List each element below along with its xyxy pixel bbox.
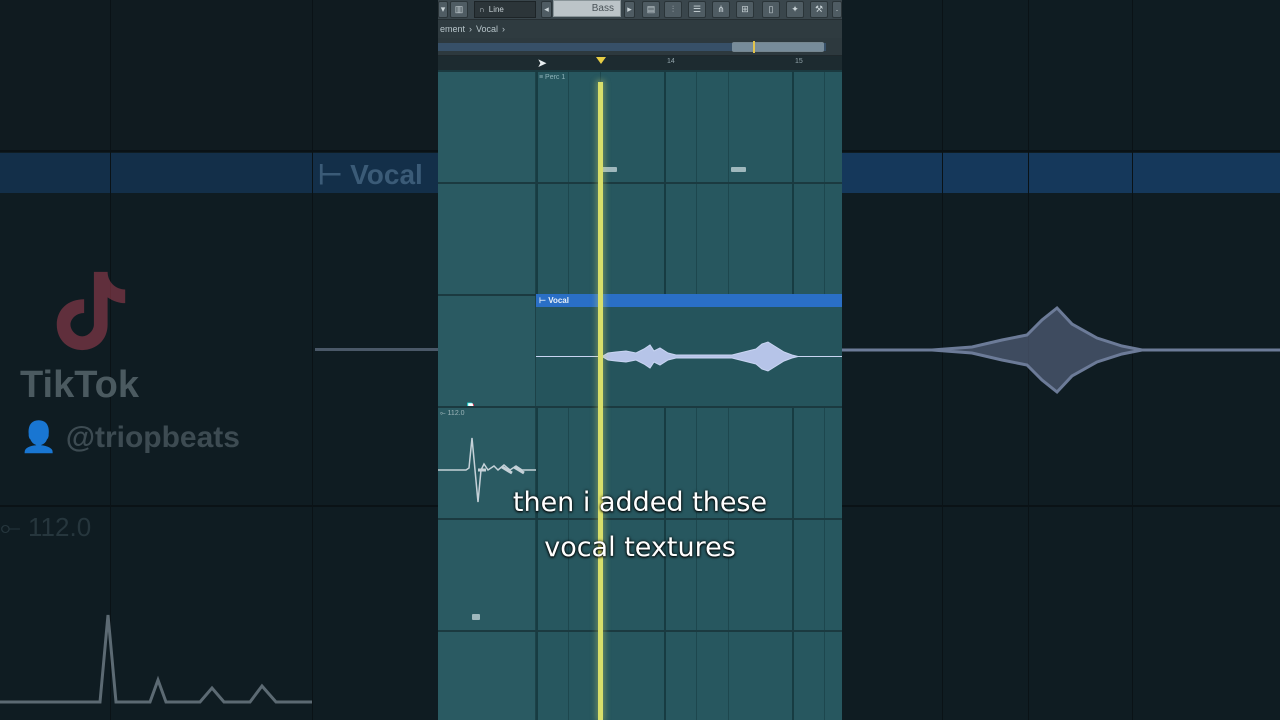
mouse-cursor-icon: ➤ <box>537 56 548 70</box>
grid-line <box>792 632 794 720</box>
mode-field[interactable]: ∩ Line <box>474 1 536 18</box>
grid-line <box>728 72 729 182</box>
mode-label: Line <box>488 5 504 14</box>
track-lane[interactable] <box>536 184 842 294</box>
backdrop-divider <box>0 505 438 507</box>
grid-line <box>568 632 569 720</box>
grid-line <box>792 72 794 182</box>
timeline-ruler[interactable]: ➤ 14 15 <box>438 56 842 70</box>
grid-line <box>664 72 666 182</box>
grid-line <box>824 184 825 294</box>
grid-line <box>568 72 569 182</box>
mixer-icon[interactable]: ☰ <box>688 1 706 18</box>
breadcrumb: ement › Vocal › <box>438 20 842 38</box>
pattern-label: ≡ Perc 1 <box>539 74 566 81</box>
backdrop-handle: 👤 @triopbeats <box>20 421 240 454</box>
file-icon[interactable]: ▯ <box>762 1 780 18</box>
backdrop-clip-band <box>842 153 1280 193</box>
backdrop-vocal-label: ⊢ Vocal <box>318 159 423 190</box>
song-position-marker[interactable] <box>596 57 606 64</box>
preset-field[interactable]: Bass <box>553 0 621 17</box>
pattern-note[interactable] <box>472 614 480 620</box>
clip-name: Vocal <box>548 296 569 305</box>
preset-label: Bass <box>591 3 614 14</box>
grid-line <box>728 632 729 720</box>
grid-line <box>536 72 538 182</box>
ruler-mark: 14 <box>667 58 675 65</box>
grid-line <box>728 184 729 294</box>
vocal-waveform <box>536 341 842 372</box>
track-lane[interactable] <box>536 72 842 182</box>
daw-toolbar: ▾ ▥ ∩ Line ◂ Bass ▸ ▤ ⫶ ☰ ⋔ ⊞ ▯ ✦ ⚒ · <box>438 0 842 20</box>
breadcrumb-separator: › <box>502 24 506 34</box>
backdrop-brand: TikTok <box>20 364 139 406</box>
overview-position-marker <box>753 41 755 53</box>
backdrop-divider <box>0 150 438 152</box>
track-header[interactable] <box>438 184 536 294</box>
backdrop-band <box>0 0 438 150</box>
backdrop-tiktok-logo-icon <box>56 271 126 351</box>
playlist-overview-scrollbar[interactable] <box>438 38 842 56</box>
backdrop-divider <box>842 150 1280 152</box>
grid-line <box>568 184 569 294</box>
track-header[interactable] <box>438 72 536 182</box>
grid-line <box>536 184 538 294</box>
link-icon: ∩ <box>479 5 485 14</box>
wrench-icon[interactable]: ⚒ <box>810 1 828 18</box>
grid-line <box>696 632 697 720</box>
playhead[interactable] <box>598 82 603 720</box>
grid-line <box>824 72 825 182</box>
backdrop-tempo: ⟜ 112.0 <box>0 512 92 542</box>
track-lane[interactable] <box>536 632 842 720</box>
backdrop-grid <box>312 0 313 720</box>
pattern-note[interactable] <box>602 167 617 172</box>
breadcrumb-separator: › <box>469 24 473 34</box>
track-row[interactable] <box>438 630 842 720</box>
grid-line <box>696 72 697 182</box>
preset-prev-button[interactable]: ◂ <box>541 1 552 18</box>
audio-clip[interactable] <box>536 307 842 406</box>
ruler-mark: 15 <box>795 58 803 65</box>
pattern-note[interactable] <box>731 167 746 172</box>
backdrop-vocal-waveform <box>842 305 1280 395</box>
right-backdrop <box>842 0 1280 720</box>
toolbar-button[interactable]: ▾ <box>438 1 448 18</box>
backdrop-waveform <box>315 348 438 351</box>
grid-line <box>792 184 794 294</box>
grid-line <box>664 632 666 720</box>
grid-line <box>664 184 666 294</box>
track-header[interactable] <box>438 296 536 406</box>
toolbar-more-button[interactable]: · <box>832 1 842 18</box>
preset-next-button[interactable]: ▸ <box>624 1 635 18</box>
plugin-picker-icon[interactable]: ✦ <box>786 1 804 18</box>
eq-icon[interactable]: ⋔ <box>712 1 730 18</box>
audio-clip-header[interactable]: ⊢ Vocal <box>536 294 842 307</box>
video-frame: ▾ ▥ ∩ Line ◂ Bass ▸ ▤ ⫶ ☰ ⋔ ⊞ ▯ ✦ ⚒ · em… <box>438 0 842 720</box>
caption-line-2: vocal textures <box>544 532 736 563</box>
overview-scroll-thumb[interactable] <box>732 42 824 52</box>
channel-rack-icon[interactable]: ⫶ <box>664 1 682 18</box>
tempo-label: ⟜ 112.0 <box>440 410 465 417</box>
playlist-icon[interactable]: ▤ <box>642 1 660 18</box>
track-row[interactable]: ≡ Perc 1 <box>438 70 842 182</box>
grid-line <box>696 184 697 294</box>
grid-line <box>824 632 825 720</box>
backdrop-kick-waveform <box>0 614 312 704</box>
breadcrumb-parent[interactable]: ement <box>440 24 465 34</box>
backdrop-divider <box>842 505 1280 507</box>
track-header[interactable] <box>438 632 536 720</box>
track-row[interactable] <box>438 182 842 294</box>
left-backdrop: ⊢ Vocal TikTok 👤 @triopbeats ⟜ 112.0 <box>0 0 438 720</box>
grid-line <box>536 632 538 720</box>
playlist-area[interactable]: ≡ Perc 1 ⊢ Vocal ⟜ 112.0 <box>438 70 842 720</box>
breadcrumb-current[interactable]: Vocal <box>476 24 498 34</box>
caption-line-1: then i added these <box>512 487 768 518</box>
piano-icon[interactable]: ▥ <box>450 1 468 18</box>
plugin-icon[interactable]: ⊞ <box>736 1 754 18</box>
